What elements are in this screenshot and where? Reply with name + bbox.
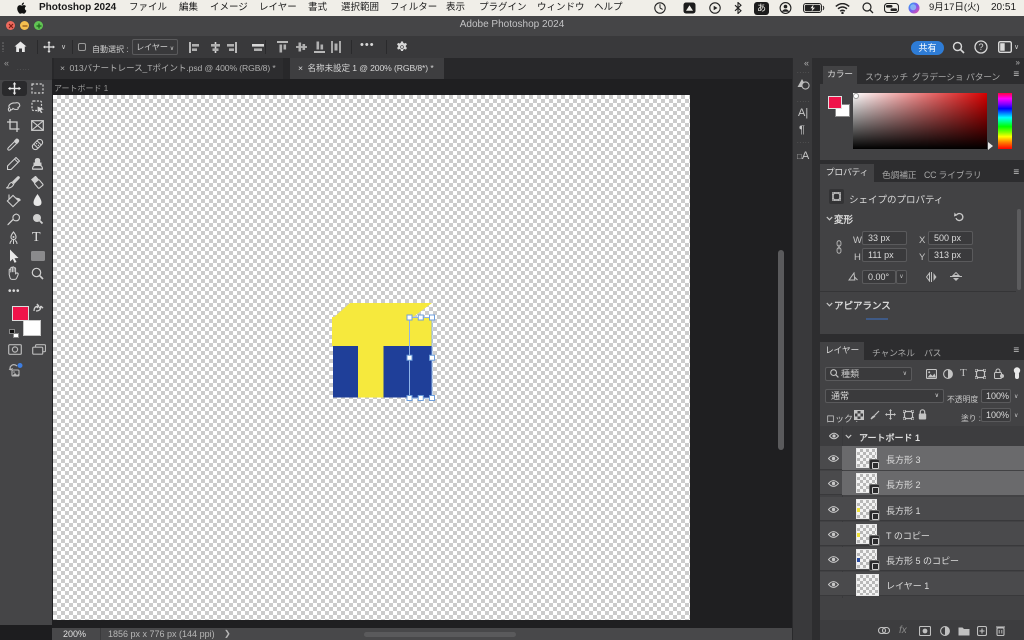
svg-text:?: ? bbox=[978, 42, 983, 52]
